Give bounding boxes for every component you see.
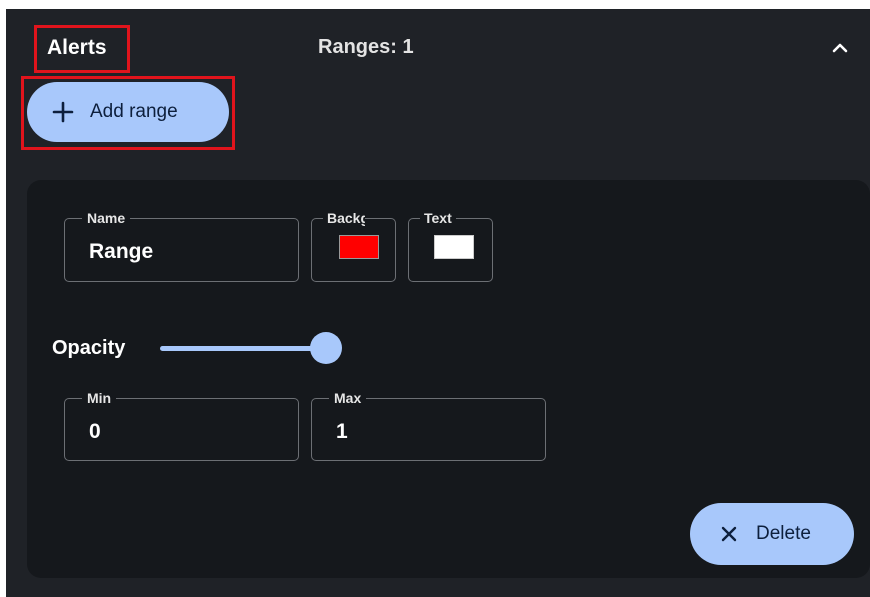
opacity-slider-thumb[interactable] xyxy=(310,332,342,364)
background-color-field[interactable]: Background xyxy=(311,210,396,282)
opacity-slider-track[interactable] xyxy=(160,346,326,351)
background-color-swatch[interactable] xyxy=(339,235,379,259)
name-field[interactable]: Name Range xyxy=(64,210,299,282)
name-value: Range xyxy=(89,240,154,263)
background-legend: Background xyxy=(323,210,365,226)
ranges-count: Ranges: 1 xyxy=(318,36,414,58)
min-value: 0 xyxy=(89,420,101,443)
min-legend: Min xyxy=(82,390,117,406)
min-field[interactable]: Min 0 xyxy=(64,390,299,461)
alerts-title-highlight xyxy=(34,25,130,73)
name-legend: Name xyxy=(82,210,131,226)
text-color-field[interactable]: Text xyxy=(408,210,493,282)
max-value: 1 xyxy=(336,420,348,443)
collapse-button[interactable] xyxy=(826,34,854,62)
max-legend: Max xyxy=(329,390,367,406)
max-field[interactable]: Max 1 xyxy=(311,390,546,461)
delete-label: Delete xyxy=(756,523,811,544)
delete-button[interactable]: Delete xyxy=(690,503,854,565)
text-legend: Text xyxy=(420,210,456,226)
add-range-highlight xyxy=(21,76,235,150)
text-color-swatch[interactable] xyxy=(434,235,474,259)
chevron-up-icon xyxy=(832,43,848,53)
close-icon xyxy=(721,526,737,542)
opacity-label: Opacity xyxy=(52,337,126,359)
